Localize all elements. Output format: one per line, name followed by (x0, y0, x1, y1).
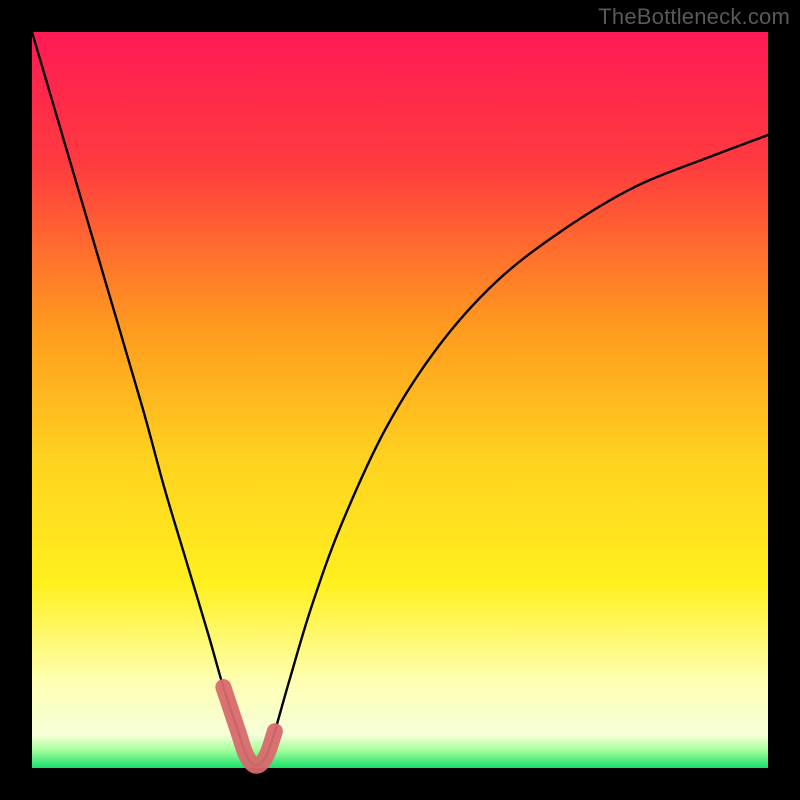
plot-area (32, 32, 768, 768)
bottleneck-curve (32, 32, 768, 766)
chart-stage: TheBottleneck.com (0, 0, 800, 800)
watermark-text: TheBottleneck.com (598, 4, 790, 30)
optimal-range-highlight (223, 687, 275, 766)
chart-svg (32, 32, 768, 768)
